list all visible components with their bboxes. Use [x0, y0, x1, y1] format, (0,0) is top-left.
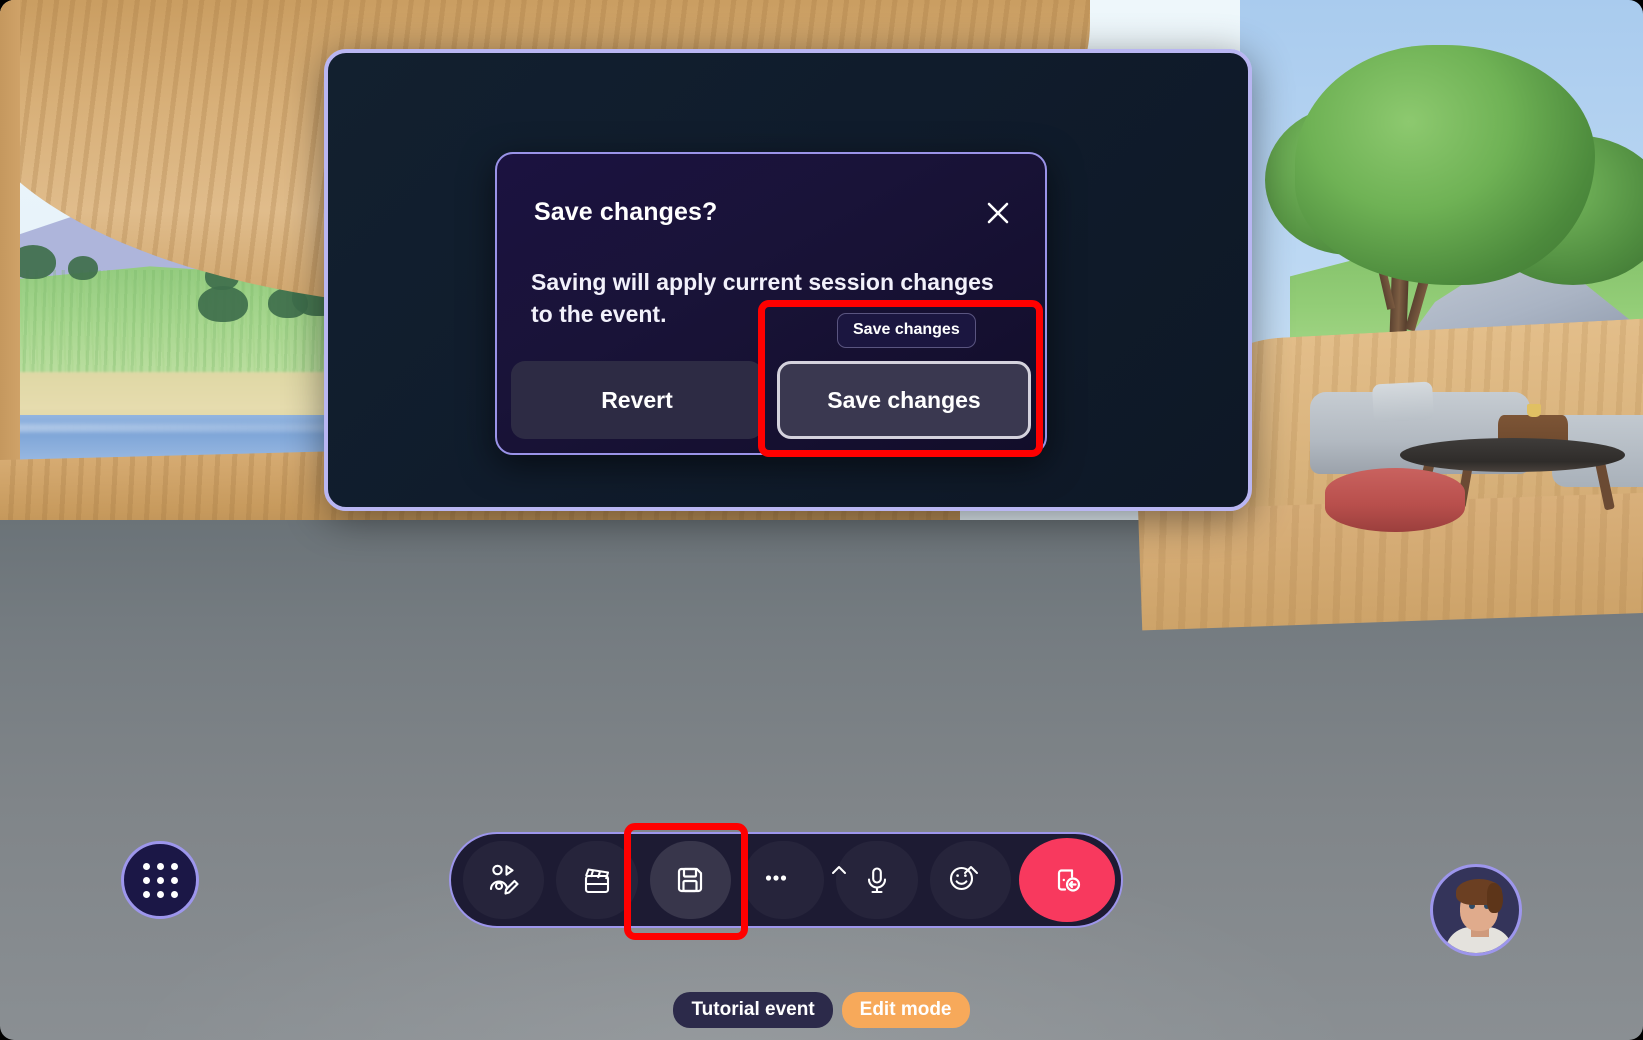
ellipsis-icon: [765, 875, 786, 881]
pen-cup: [1527, 404, 1541, 417]
main-toolbar: [449, 832, 1123, 928]
leave-button[interactable]: [1018, 838, 1115, 922]
floppy-disk-icon: [678, 867, 703, 893]
microphone-icon: [867, 867, 887, 894]
shapes-pencil-icon: [489, 864, 519, 895]
more-options-button[interactable]: [737, 838, 847, 922]
dialog-actions: Revert Save changes: [511, 361, 1031, 439]
bush: [198, 286, 248, 322]
revert-button[interactable]: Revert: [511, 361, 763, 439]
ottoman: [1325, 468, 1465, 532]
dialog-title: Save changes?: [534, 198, 718, 226]
microphone-button[interactable]: [830, 838, 923, 922]
coffee-table: [1400, 438, 1625, 472]
bush: [68, 256, 98, 280]
user-avatar[interactable]: [1430, 864, 1522, 956]
edit-mode-badge: Edit mode: [841, 992, 970, 1028]
scene-clips-button[interactable]: [550, 838, 643, 922]
sofa-pillow: [1372, 381, 1434, 423]
clapperboard-icon: [584, 868, 610, 894]
tree-canopy-main: [1295, 45, 1595, 285]
save-button[interactable]: [644, 838, 737, 922]
chevron-up-icon: [964, 866, 979, 874]
close-icon[interactable]: [981, 196, 1015, 230]
chevron-up-icon: [832, 866, 847, 874]
app-grid-button[interactable]: [121, 841, 199, 919]
event-name-badge: Tutorial event: [673, 992, 833, 1028]
reactions-button[interactable]: [924, 838, 1017, 922]
build-mode-button[interactable]: [457, 838, 550, 922]
save-changes-tooltip: Save changes: [837, 313, 976, 348]
leave-door-icon: [1057, 869, 1081, 892]
status-badges: Tutorial event Edit mode: [0, 992, 1643, 1028]
save-changes-dialog: Save changes? Saving will apply current …: [495, 152, 1047, 455]
avatar-hair-side: [1487, 883, 1503, 913]
grid-apps-icon: [142, 862, 178, 898]
save-changes-button[interactable]: Save changes: [777, 361, 1031, 439]
